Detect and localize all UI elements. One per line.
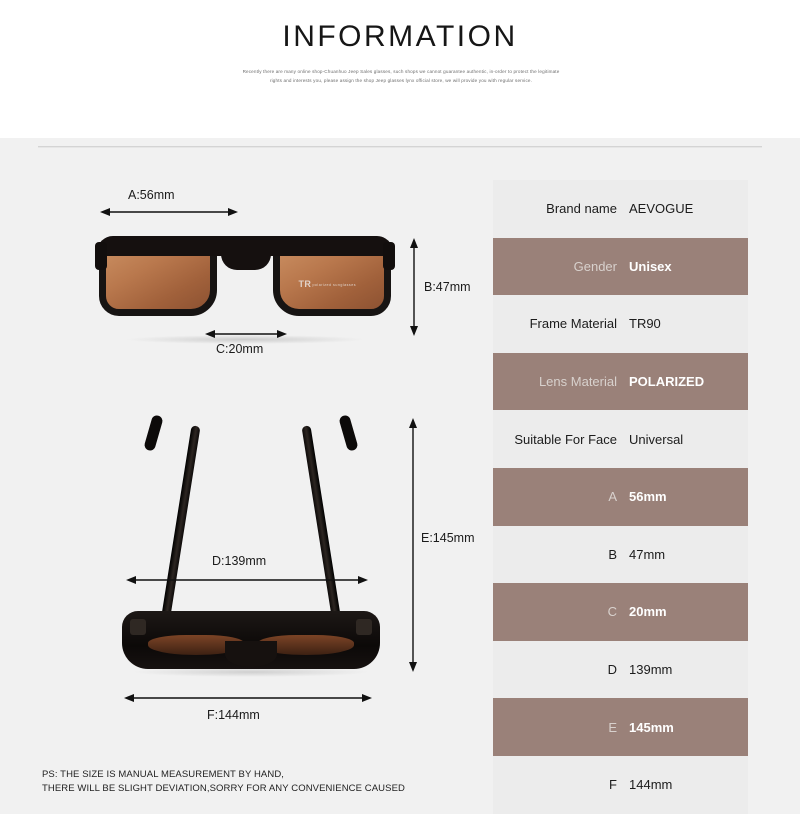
- top-view-temple-tip-right: [338, 414, 359, 452]
- spec-row-value: AEVOGUE: [629, 201, 694, 217]
- spec-row-label: D: [607, 662, 617, 678]
- spec-row: Gender Unisex: [493, 237, 748, 296]
- spec-row-label: B: [608, 546, 617, 562]
- lens-brand-mark: TRpolarized sunglasses: [298, 279, 356, 289]
- spec-row: D 139mm: [493, 640, 748, 699]
- lens-brand-mark-subtext: polarized sunglasses: [312, 282, 356, 287]
- top-view-sunglasses: [112, 414, 390, 677]
- spec-row-value: POLARIZED: [629, 374, 705, 390]
- spec-row-label: F: [609, 777, 617, 793]
- spec-row-value: 20mm: [629, 604, 667, 620]
- spec-row-value: 145mm: [629, 719, 674, 735]
- spec-row: Frame Material TR90: [493, 295, 748, 353]
- measurement-disclaimer-line1: PS: THE SIZE IS MANUAL MEASUREMENT BY HA…: [42, 769, 285, 780]
- page-header: INFORMATION Recently there are many onli…: [0, 0, 800, 138]
- top-view-nose-bridge: [225, 641, 277, 667]
- spec-row-label: Suitable For Face: [514, 431, 617, 447]
- dimension-arrow-d: [126, 576, 368, 584]
- spec-row-value: 144mm: [629, 777, 673, 793]
- spec-row-label: Frame Material: [529, 316, 617, 332]
- spec-row-label: A: [608, 489, 617, 505]
- measurement-disclaimer: PS: THE SIZE IS MANUAL MEASUREMENT BY HA…: [42, 768, 405, 796]
- dimension-arrow-b: [410, 238, 418, 336]
- lens-brand-mark-text: TR: [298, 279, 312, 289]
- top-view-hinge-right: [356, 619, 372, 635]
- spec-row-value: 56mm: [629, 489, 667, 505]
- product-diagram-panel: A:56mm TRpolarized sunglasses B:47mm C:2…: [0, 150, 490, 800]
- dimension-arrow-e: [409, 418, 417, 672]
- page-title: INFORMATION: [282, 20, 518, 53]
- spec-row: Brand name AEVOGUE: [493, 180, 748, 238]
- spec-row-value: Unisex: [629, 258, 672, 274]
- header-divider: [38, 146, 762, 147]
- front-view-sunglasses: TRpolarized sunglasses: [95, 228, 395, 344]
- top-view-temple-tip-left: [143, 414, 164, 452]
- spec-row-label: C: [607, 604, 617, 620]
- spec-row-value: Universal: [629, 431, 684, 447]
- front-view-frame: TRpolarized sunglasses: [95, 228, 395, 328]
- spec-row: Suitable For Face Universal: [493, 410, 748, 468]
- spec-row: Lens Material POLARIZED: [493, 352, 748, 411]
- dimension-label-a: A:56mm: [128, 188, 175, 202]
- dimension-arrow-c: [205, 330, 287, 338]
- dimension-label-f: F:144mm: [207, 708, 260, 722]
- spec-row-value: 47mm: [629, 546, 666, 562]
- spec-row-label: E: [608, 719, 617, 735]
- hinge-left: [95, 242, 107, 270]
- dimension-label-b: B:47mm: [424, 280, 471, 294]
- dimension-arrow-f: [124, 694, 372, 702]
- frame-bridge: [221, 250, 271, 270]
- spec-row-label: Brand name: [546, 201, 617, 217]
- spec-row-label: Gender: [573, 258, 617, 274]
- dimension-label-d: D:139mm: [212, 554, 267, 568]
- dimension-arrow-a: [100, 208, 238, 216]
- top-view-front-frame: [122, 611, 380, 669]
- spec-row: C 20mm: [493, 583, 748, 641]
- dimension-label-c: C:20mm: [216, 342, 264, 356]
- spec-row-label: Lens Material: [538, 374, 617, 390]
- spec-row: B 47mm: [493, 525, 748, 584]
- spec-row-value: 139mm: [629, 662, 673, 678]
- measurement-disclaimer-line2: THERE WILL BE SLIGHT DEVIATION,SORRY FOR…: [42, 783, 405, 794]
- top-view-hinge-left: [130, 619, 146, 635]
- hinge-right: [383, 242, 395, 270]
- specification-table: Brand name AEVOGUE Gender Unisex Frame Mater…: [493, 180, 748, 814]
- spec-row: A 56mm: [493, 467, 748, 526]
- spec-row: E 145mm: [493, 698, 748, 756]
- spec-row-value: TR90: [629, 316, 661, 332]
- header-notice-text: Recently there are many online shop-Chua…: [242, 69, 560, 83]
- dimension-label-e: E:145mm: [421, 531, 475, 545]
- spec-row: F 144mm: [493, 755, 748, 814]
